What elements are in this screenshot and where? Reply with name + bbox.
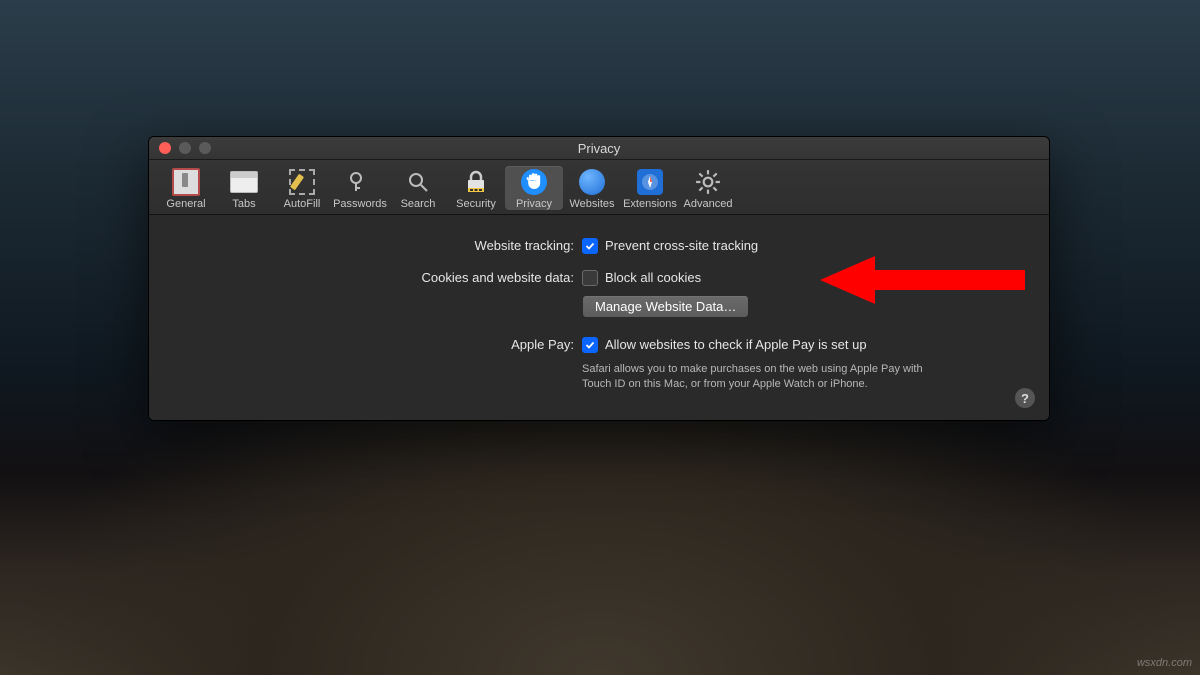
tabs-icon xyxy=(228,168,260,196)
desktop-background: Privacy General Tabs AutoFill Passwords xyxy=(0,0,1200,675)
tab-general[interactable]: General xyxy=(157,166,215,210)
tab-label: General xyxy=(166,198,205,210)
general-icon xyxy=(170,168,202,196)
tab-websites[interactable]: Websites xyxy=(563,166,621,210)
row-website-tracking: Website tracking: Prevent cross-site tra… xyxy=(179,237,1019,255)
preferences-window: Privacy General Tabs AutoFill Passwords xyxy=(148,136,1050,421)
checkbox-icon xyxy=(582,270,598,286)
label-apple-pay: Apple Pay: xyxy=(179,336,582,354)
apple-pay-note: Safari allows you to make purchases on t… xyxy=(582,362,942,392)
label-cookies: Cookies and website data: xyxy=(179,269,582,287)
lock-icon xyxy=(460,168,492,196)
label-website-tracking: Website tracking: xyxy=(179,237,582,255)
tab-label: Advanced xyxy=(684,198,733,210)
checkbox-label: Allow websites to check if Apple Pay is … xyxy=(605,336,867,354)
row-cookies: Cookies and website data: Block all cook… xyxy=(179,269,1019,318)
tab-label: Extensions xyxy=(623,198,677,210)
tab-privacy[interactable]: Privacy xyxy=(505,166,563,210)
help-button[interactable]: ? xyxy=(1015,388,1035,408)
row-apple-pay: Apple Pay: Allow websites to check if Ap… xyxy=(179,336,1019,392)
checkbox-prevent-cross-site[interactable]: Prevent cross-site tracking xyxy=(582,237,1019,255)
window-titlebar[interactable]: Privacy xyxy=(149,137,1049,160)
tab-label: Privacy xyxy=(516,198,552,210)
checkbox-label: Prevent cross-site tracking xyxy=(605,237,758,255)
preferences-toolbar: General Tabs AutoFill Passwords Sear xyxy=(149,160,1049,215)
tab-search[interactable]: Search xyxy=(389,166,447,210)
tab-label: Security xyxy=(456,198,496,210)
checkbox-label: Block all cookies xyxy=(605,269,701,287)
tab-label: Websites xyxy=(569,198,614,210)
checkbox-icon xyxy=(582,238,598,254)
tab-advanced[interactable]: Advanced xyxy=(679,166,737,210)
globe-icon xyxy=(576,168,608,196)
hand-icon xyxy=(518,168,550,196)
manage-website-data-button[interactable]: Manage Website Data… xyxy=(582,295,749,318)
tab-label: Tabs xyxy=(232,198,255,210)
watermark-text: wsxdn.com xyxy=(1137,657,1192,669)
privacy-pane: Website tracking: Prevent cross-site tra… xyxy=(149,215,1049,420)
checkbox-icon xyxy=(582,337,598,353)
window-title: Privacy xyxy=(149,141,1049,156)
tab-label: Search xyxy=(401,198,436,210)
checkbox-block-cookies[interactable]: Block all cookies xyxy=(582,269,1019,287)
compass-icon xyxy=(634,168,666,196)
tab-extensions[interactable]: Extensions xyxy=(621,166,679,210)
key-icon xyxy=(344,168,376,196)
tab-label: AutoFill xyxy=(284,198,321,210)
gear-icon xyxy=(692,168,724,196)
tab-passwords[interactable]: Passwords xyxy=(331,166,389,210)
tab-security[interactable]: Security xyxy=(447,166,505,210)
autofill-icon xyxy=(286,168,318,196)
tab-label: Passwords xyxy=(333,198,387,210)
tab-autofill[interactable]: AutoFill xyxy=(273,166,331,210)
checkbox-apple-pay[interactable]: Allow websites to check if Apple Pay is … xyxy=(582,336,1019,354)
search-icon xyxy=(402,168,434,196)
tab-tabs[interactable]: Tabs xyxy=(215,166,273,210)
